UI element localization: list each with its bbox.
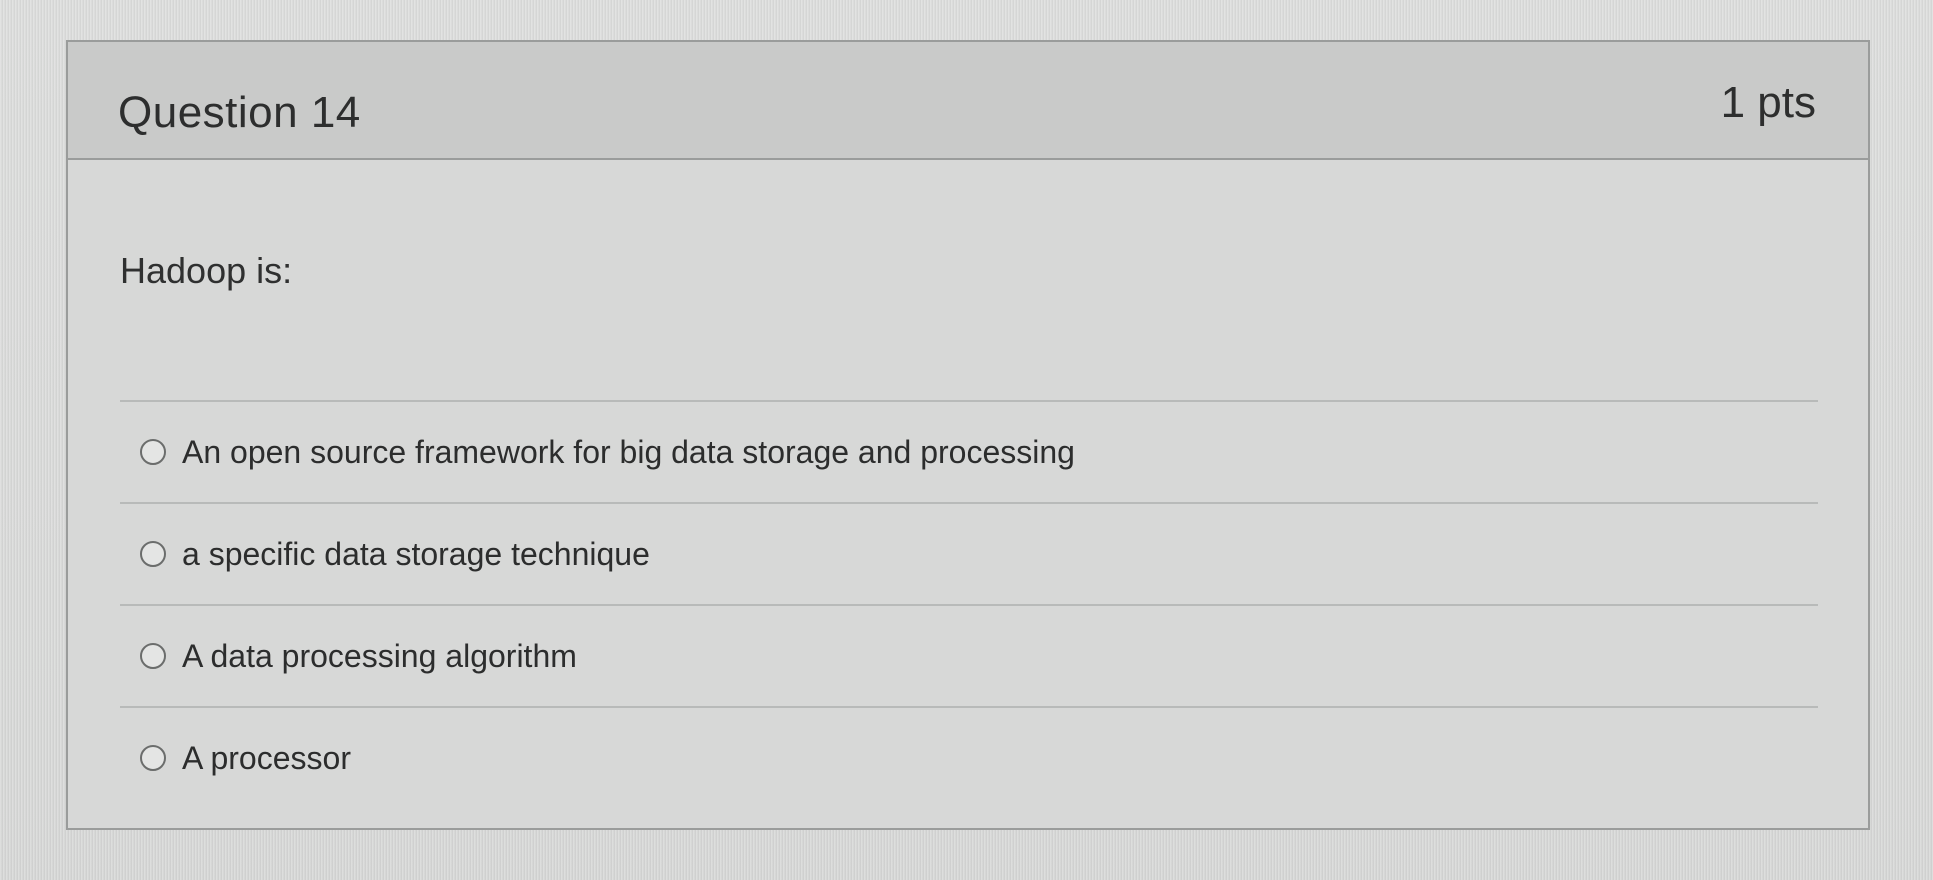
radio-button[interactable] <box>140 541 166 567</box>
answer-option-1[interactable]: An open source framework for big data st… <box>120 400 1818 502</box>
question-title: Question 14 <box>118 88 361 137</box>
answer-label[interactable]: a specific data storage technique <box>182 536 650 573</box>
question-card: Question 14 1 pts Hadoop is: An open sou… <box>66 40 1870 830</box>
question-header: Question 14 1 pts <box>68 42 1868 160</box>
question-prompt: Hadoop is: <box>120 250 293 291</box>
answer-option-2[interactable]: a specific data storage technique <box>120 502 1818 604</box>
radio-button[interactable] <box>140 745 166 771</box>
answer-label[interactable]: A data processing algorithm <box>182 638 577 675</box>
quiz-page: Question 14 1 pts Hadoop is: An open sou… <box>0 0 1933 880</box>
answer-option-4[interactable]: A processor <box>120 706 1818 808</box>
answer-label[interactable]: A processor <box>182 740 351 777</box>
radio-button[interactable] <box>140 643 166 669</box>
question-points: 1 pts <box>1720 78 1816 127</box>
answer-label[interactable]: An open source framework for big data st… <box>182 434 1075 471</box>
radio-button[interactable] <box>140 439 166 465</box>
answer-option-3[interactable]: A data processing algorithm <box>120 604 1818 706</box>
answer-list: An open source framework for big data st… <box>120 400 1818 808</box>
